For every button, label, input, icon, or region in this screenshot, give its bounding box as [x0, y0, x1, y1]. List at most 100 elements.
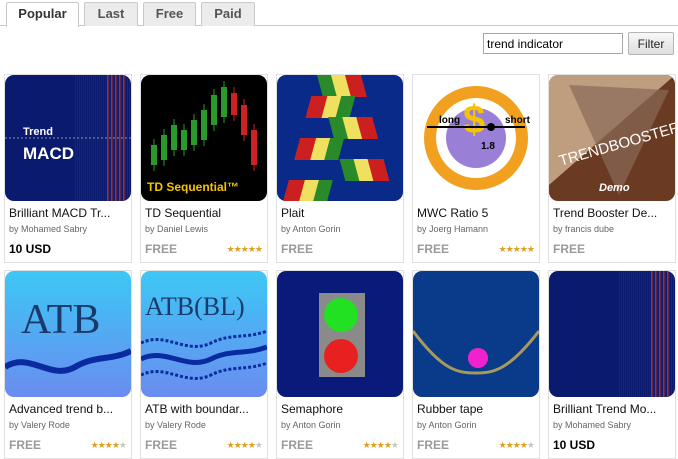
- star-icon: ★: [233, 440, 242, 450]
- product-price: FREE: [145, 438, 178, 452]
- product-author: by Mohamed Sabry: [553, 420, 632, 430]
- star-icon: ★: [247, 244, 256, 254]
- thumb-text: ATB: [21, 297, 100, 343]
- thumb-text: 1.8: [481, 141, 495, 152]
- product-thumbnail[interactable]: [549, 271, 675, 397]
- product-price: FREE: [553, 242, 586, 256]
- star-icon: ★: [254, 440, 263, 450]
- star-icon: ★: [512, 244, 521, 254]
- product-card[interactable]: Brilliant Trend Mo... by Mohamed Sabry 10 …: [548, 270, 676, 459]
- product-thumbnail[interactable]: TD Sequential™: [141, 75, 267, 201]
- product-title[interactable]: Rubber tape: [417, 402, 537, 416]
- star-icon: ★: [118, 440, 127, 450]
- svg-text:$: $: [463, 98, 485, 142]
- thumb-text: short: [505, 115, 531, 126]
- tab-free[interactable]: Free: [143, 2, 196, 26]
- star-icon: ★: [369, 440, 378, 450]
- product-card[interactable]: Trend MACD Brilliant MACD Tr... by Mohamed …: [4, 74, 132, 263]
- search-input[interactable]: [483, 33, 623, 54]
- star-icon: ★: [498, 244, 507, 254]
- product-card[interactable]: TD Sequential™ TD Sequential by Daniel Lew…: [140, 74, 268, 263]
- star-icon: ★: [526, 244, 535, 254]
- product-title[interactable]: TD Sequential: [145, 206, 265, 220]
- star-icon: ★: [111, 440, 120, 450]
- star-icon: ★: [519, 440, 528, 450]
- star-icon: ★: [383, 440, 392, 450]
- tab-bar: Popular Last Free Paid: [0, 0, 678, 27]
- thumb-text: Demo: [599, 182, 630, 194]
- product-thumbnail[interactable]: ATB(BL): [141, 271, 267, 397]
- product-author: by Valery Rode: [9, 420, 70, 430]
- product-price: FREE: [417, 438, 450, 452]
- product-title[interactable]: Semaphore: [281, 402, 401, 416]
- product-price: FREE: [281, 438, 314, 452]
- product-thumbnail[interactable]: ATB: [5, 271, 131, 397]
- star-icon: ★: [240, 440, 249, 450]
- product-card[interactable]: ATB(BL) ATB with boundar... by Valery Rode…: [140, 270, 268, 459]
- product-author: by Anton Gorin: [417, 420, 477, 430]
- product-title[interactable]: ATB with boundar...: [145, 402, 265, 416]
- product-author: by Anton Gorin: [281, 224, 341, 234]
- thumb-text: TD Sequential™: [147, 180, 239, 194]
- product-thumbnail[interactable]: [413, 271, 539, 397]
- product-price: FREE: [417, 242, 450, 256]
- star-icon: ★: [390, 440, 399, 450]
- product-author: by Joerg Hamann: [417, 224, 489, 234]
- product-author: by Mohamed Sabry: [9, 224, 88, 234]
- star-icon: ★: [104, 440, 113, 450]
- star-icon: ★: [233, 244, 242, 254]
- star-icon: ★: [505, 244, 514, 254]
- star-rating: ★★★★★: [227, 440, 263, 450]
- star-icon: ★: [512, 440, 521, 450]
- product-thumbnail[interactable]: Trend MACD: [5, 75, 131, 201]
- product-author: by Anton Gorin: [281, 420, 341, 430]
- product-thumbnail[interactable]: TRENDBOOSTER Demo: [549, 75, 675, 201]
- star-icon: ★: [362, 440, 371, 450]
- product-price: 10 USD: [9, 242, 52, 256]
- filter-button[interactable]: Filter: [628, 32, 674, 55]
- product-author: by Valery Rode: [145, 420, 206, 430]
- product-card[interactable]: Semaphore by Anton Gorin FREE ★★★★★: [276, 270, 404, 459]
- product-card[interactable]: TRENDBOOSTER Demo Trend Booster De... by fr…: [548, 74, 676, 263]
- star-rating: ★★★★★: [498, 440, 535, 450]
- product-price: 10 USD: [553, 438, 596, 452]
- product-author: by francis dube: [553, 224, 615, 234]
- star-icon: ★: [505, 440, 514, 450]
- product-card[interactable]: Plait by Anton Gorin FREE: [276, 74, 404, 263]
- product-price: FREE: [9, 438, 42, 452]
- product-price: FREE: [281, 242, 314, 256]
- thumb-text: MACD: [23, 144, 74, 163]
- product-title[interactable]: Brilliant Trend Mo...: [553, 402, 673, 416]
- star-rating: ★★★★★: [498, 244, 535, 254]
- star-icon: ★: [254, 244, 263, 254]
- product-thumbnail[interactable]: [277, 271, 403, 397]
- product-card[interactable]: Rubber tape by Anton Gorin FREE ★★★★★: [412, 270, 540, 459]
- tab-popular[interactable]: Popular: [6, 2, 79, 27]
- star-rating: ★★★★★: [362, 440, 399, 450]
- tab-paid[interactable]: Paid: [201, 2, 255, 26]
- product-title[interactable]: MWC Ratio 5: [417, 206, 537, 220]
- product-title[interactable]: Advanced trend b...: [9, 402, 129, 416]
- star-icon: ★: [526, 440, 535, 450]
- star-icon: ★: [97, 440, 106, 450]
- star-rating: ★★★★★: [90, 440, 127, 450]
- star-icon: ★: [519, 244, 528, 254]
- product-price: FREE: [145, 242, 178, 256]
- product-title[interactable]: Trend Booster De...: [553, 206, 673, 220]
- thumb-text: long: [439, 115, 460, 126]
- star-icon: ★: [226, 244, 235, 254]
- star-icon: ★: [498, 440, 507, 450]
- product-title[interactable]: Plait: [281, 206, 401, 220]
- product-thumbnail[interactable]: $ long short 1.8: [413, 75, 539, 201]
- star-icon: ★: [90, 440, 99, 450]
- product-thumbnail[interactable]: [277, 75, 403, 201]
- star-icon: ★: [247, 440, 256, 450]
- thumb-text: ATB(BL): [145, 292, 245, 321]
- product-title[interactable]: Brilliant MACD Tr...: [9, 206, 129, 220]
- product-card[interactable]: ATB Advanced trend b... by Valery Rode FREE…: [4, 270, 132, 459]
- product-card[interactable]: $ long short 1.8 MWC Ratio 5 by Joerg Hamann F…: [412, 74, 540, 263]
- star-rating: ★★★★★: [226, 244, 263, 254]
- tab-last[interactable]: Last: [84, 2, 138, 26]
- star-icon: ★: [376, 440, 385, 450]
- thumb-text: Trend: [23, 126, 53, 138]
